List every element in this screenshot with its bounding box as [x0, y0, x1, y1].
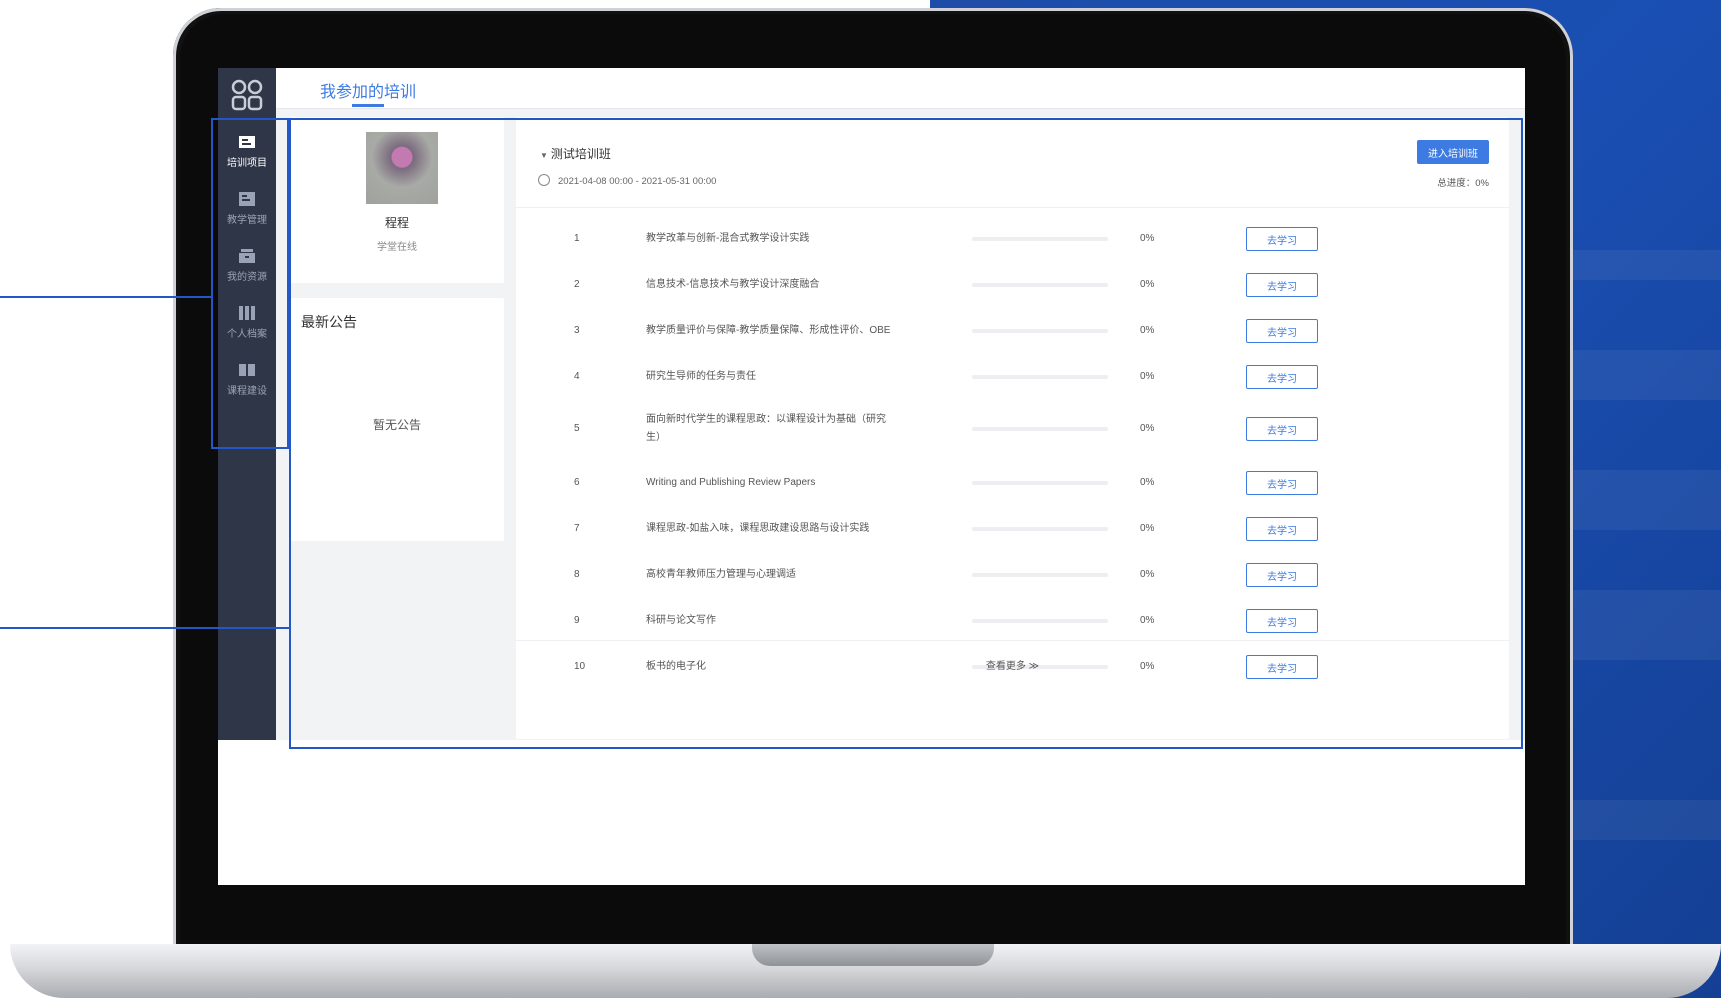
tab-underline: [352, 104, 384, 107]
app-logo-icon: [228, 76, 266, 114]
annotation-callout-line: [0, 296, 211, 298]
bg-decoration: [1570, 800, 1721, 840]
bg-decoration: [1550, 250, 1721, 280]
annotation-callout-line: [0, 627, 289, 629]
annotation-frame-sidebar: [211, 118, 289, 449]
laptop-notch: [752, 944, 994, 966]
tab-my-trainings[interactable]: 我参加的培训: [320, 78, 416, 102]
page-header: 我参加的培训: [276, 68, 1525, 109]
annotation-frame-content: [289, 118, 1523, 749]
